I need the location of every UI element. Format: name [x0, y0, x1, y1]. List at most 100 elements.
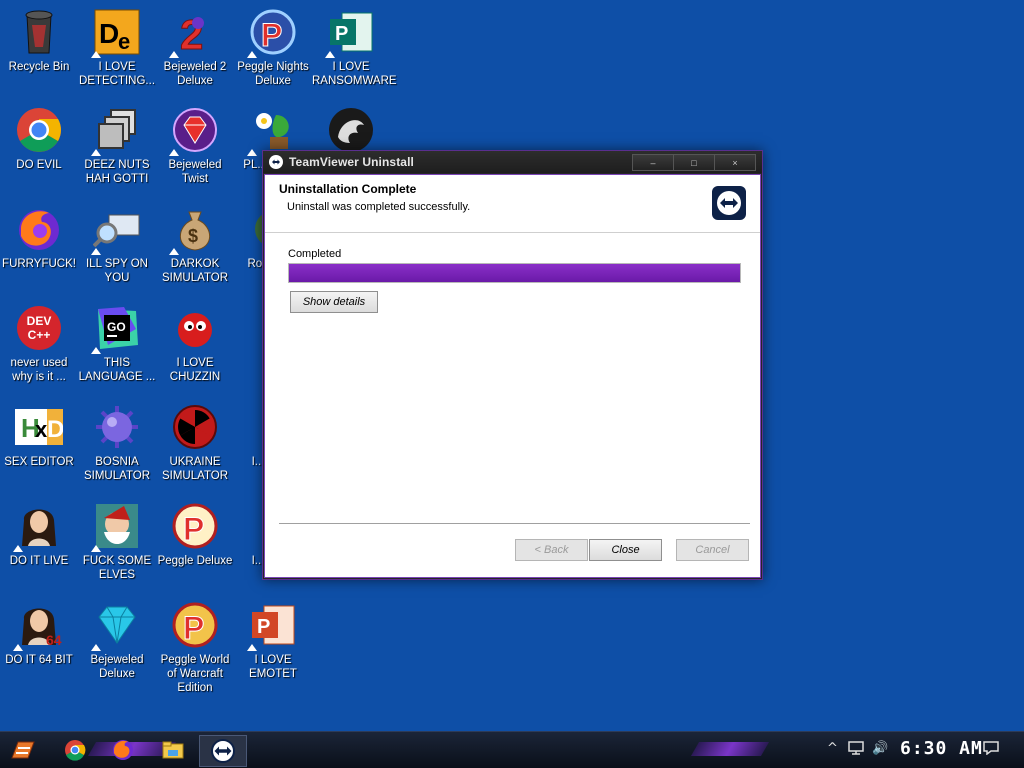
volume-icon[interactable]: 🔊	[872, 741, 888, 756]
desktop-icon-label: Recycle Bin	[8, 61, 70, 73]
minimize-icon: –	[650, 157, 656, 168]
desktop-icon-chuzzle[interactable]: I LOVE CHUZZIN	[156, 304, 234, 384]
svg-text:P: P	[335, 23, 348, 45]
desktop-icon-label: I LOVE DETECTING...	[78, 61, 156, 87]
desktop-icon-copy[interactable]: DEEZ NUTS HAH GOTTI	[78, 106, 156, 186]
spiked-ball-icon	[93, 403, 141, 451]
taskbar-file-explorer[interactable]	[160, 738, 186, 762]
header-subtitle: Uninstall was completed successfully.	[287, 201, 471, 213]
back-label: < Back	[534, 544, 569, 556]
show-details-label: Show details	[302, 296, 366, 308]
desktop-icon-bejeweled-twist[interactable]: Bejeweled Twist	[156, 106, 234, 186]
teamviewer-icon	[269, 155, 283, 169]
window-close-button[interactable]: ×	[714, 154, 756, 171]
desktop-icon-label: FURRYFUCK!	[2, 258, 76, 270]
cancel-button[interactable]: Cancel	[676, 539, 749, 561]
desktop-icon-ukraine[interactable]: UKRAINE SIMULATOR	[156, 403, 234, 483]
taskbar: ^ 🔊 6:30 AM	[0, 731, 1024, 768]
desktop-icon-chrome[interactable]: DO EVIL	[0, 106, 78, 172]
desktop-icon-label: THIS LANGUAGE ...	[78, 357, 156, 383]
desktop-icon-spy[interactable]: ILL SPY ON YOU	[78, 205, 156, 285]
teamviewer-logo-icon	[712, 186, 746, 220]
plants-icon	[247, 106, 297, 156]
diamond-icon	[91, 601, 141, 651]
desktop-icon-hex-editor[interactable]: H x D SEX EDITOR	[0, 403, 78, 469]
desktop-icon-detect-it-easy[interactable]: D e I LOVE DETECTING...	[78, 8, 156, 88]
chrome-icon	[65, 740, 86, 761]
desktop-icon-darkok[interactable]: $ DARKOK SIMULATOR	[156, 205, 234, 285]
desktop-icon-peggle-wow[interactable]: P Peggle World of Warcraft Edition	[156, 601, 234, 695]
desktop-icon-label: I LOVE EMOTET	[249, 654, 297, 680]
bejeweled-twist-icon	[169, 106, 219, 156]
firefox-icon	[15, 205, 63, 253]
taskbar-clock[interactable]: 6:30 AM	[900, 738, 983, 759]
taskbar-chrome[interactable]	[62, 738, 88, 762]
svg-text:C++: C++	[28, 328, 51, 342]
dragon-icon	[327, 106, 375, 154]
up-arrow-icon[interactable]: ^	[827, 741, 838, 756]
window-client: Uninstallation Complete Uninstall was co…	[264, 174, 761, 578]
firefox-icon	[113, 740, 133, 760]
desktop-icon-label: I LOVE RANSOMWARE	[312, 61, 397, 87]
portrait-icon	[13, 502, 63, 552]
file-explorer-icon	[162, 741, 184, 759]
notifications-icon[interactable]	[983, 741, 999, 759]
radiation-icon	[171, 403, 219, 451]
desktop-icon-portrait-64[interactable]: 64 DO IT 64 BIT	[0, 601, 78, 667]
desktop-icon-powerpoint[interactable]: P I LOVE EMOTET	[234, 601, 312, 681]
teamviewer-icon	[211, 739, 235, 763]
svg-text:GO: GO	[107, 320, 126, 334]
svg-text:P: P	[261, 17, 282, 53]
taskbar-decoration	[690, 742, 770, 756]
desktop-icon-bosnia[interactable]: BOSNIA SIMULATOR	[78, 403, 156, 483]
window-titlebar[interactable]: TeamViewer Uninstall – □ ×	[263, 151, 762, 173]
minimize-button[interactable]: –	[632, 154, 674, 171]
desktop-icon-label: ILL SPY ON YOU	[85, 258, 148, 284]
maximize-icon: □	[691, 157, 697, 168]
start-logo-icon	[11, 741, 35, 759]
desktop-icon-bejeweled-deluxe[interactable]: Bejeweled Deluxe	[78, 601, 156, 681]
desktop-icon-peggle[interactable]: P Peggle Deluxe	[156, 502, 234, 568]
back-button[interactable]: < Back	[515, 539, 588, 561]
window-title: TeamViewer Uninstall	[289, 155, 414, 169]
copy-windows-icon	[91, 106, 141, 156]
peggle-icon: P	[171, 502, 219, 550]
desktop-icon-label: FUCK SOME ELVES	[82, 555, 152, 581]
chuzzle-icon	[171, 304, 219, 352]
money-bag-icon: $	[169, 205, 219, 255]
desktop-icon-label: Bejeweled Twist	[168, 159, 222, 185]
desktop-icon-santa[interactable]: FUCK SOME ELVES	[78, 502, 156, 582]
desktop-icon-recycle-bin[interactable]: Recycle Bin	[0, 8, 78, 74]
publisher-icon: P	[325, 8, 375, 58]
svg-text:D: D	[99, 18, 119, 49]
spy-monitor-icon	[91, 205, 141, 255]
powerpoint-icon: P	[247, 601, 297, 651]
show-details-button[interactable]: Show details	[290, 291, 378, 313]
footer-separator	[279, 523, 750, 524]
desktop-icon-label: Peggle Nights Deluxe	[237, 61, 309, 87]
desktop-icon-label: SEX EDITOR	[4, 456, 74, 468]
taskbar-firefox[interactable]	[110, 738, 136, 762]
desktop-icon-label: Peggle World of Warcraft Edition	[160, 654, 230, 694]
desktop-icon-publisher[interactable]: P I LOVE RANSOMWARE	[312, 8, 397, 88]
wizard-header: Uninstallation Complete Uninstall was co…	[265, 175, 760, 233]
desktop-icon-label: DARKOK SIMULATOR	[161, 258, 229, 284]
close-button[interactable]: Close	[589, 539, 662, 561]
header-title: Uninstallation Complete	[279, 182, 417, 196]
desktop-icon-dev-cpp[interactable]: DEV C++ never used why is it ...	[0, 304, 78, 384]
svg-text:P: P	[183, 511, 204, 547]
network-icon[interactable]	[848, 741, 864, 759]
desktop-icon-portrait[interactable]: DO IT LIVE	[0, 502, 78, 568]
svg-text:P: P	[183, 610, 204, 646]
start-button[interactable]	[10, 738, 36, 762]
desktop-icon-goland[interactable]: GO THIS LANGUAGE ...	[78, 304, 156, 384]
taskbar-teamviewer[interactable]	[199, 735, 247, 767]
desktop-icon-peggle-nights[interactable]: P Peggle Nights Deluxe	[234, 8, 312, 88]
desktop-icon-firefox[interactable]: FURRYFUCK!	[0, 205, 78, 271]
santa-icon	[91, 502, 141, 552]
maximize-button[interactable]: □	[673, 154, 715, 171]
svg-text:P: P	[257, 616, 270, 638]
cancel-label: Cancel	[695, 544, 730, 556]
desktop-icon-bejeweled-2[interactable]: 2 Bejeweled 2 Deluxe	[156, 8, 234, 88]
desktop-icon-label: UKRAINE SIMULATOR	[161, 456, 229, 482]
